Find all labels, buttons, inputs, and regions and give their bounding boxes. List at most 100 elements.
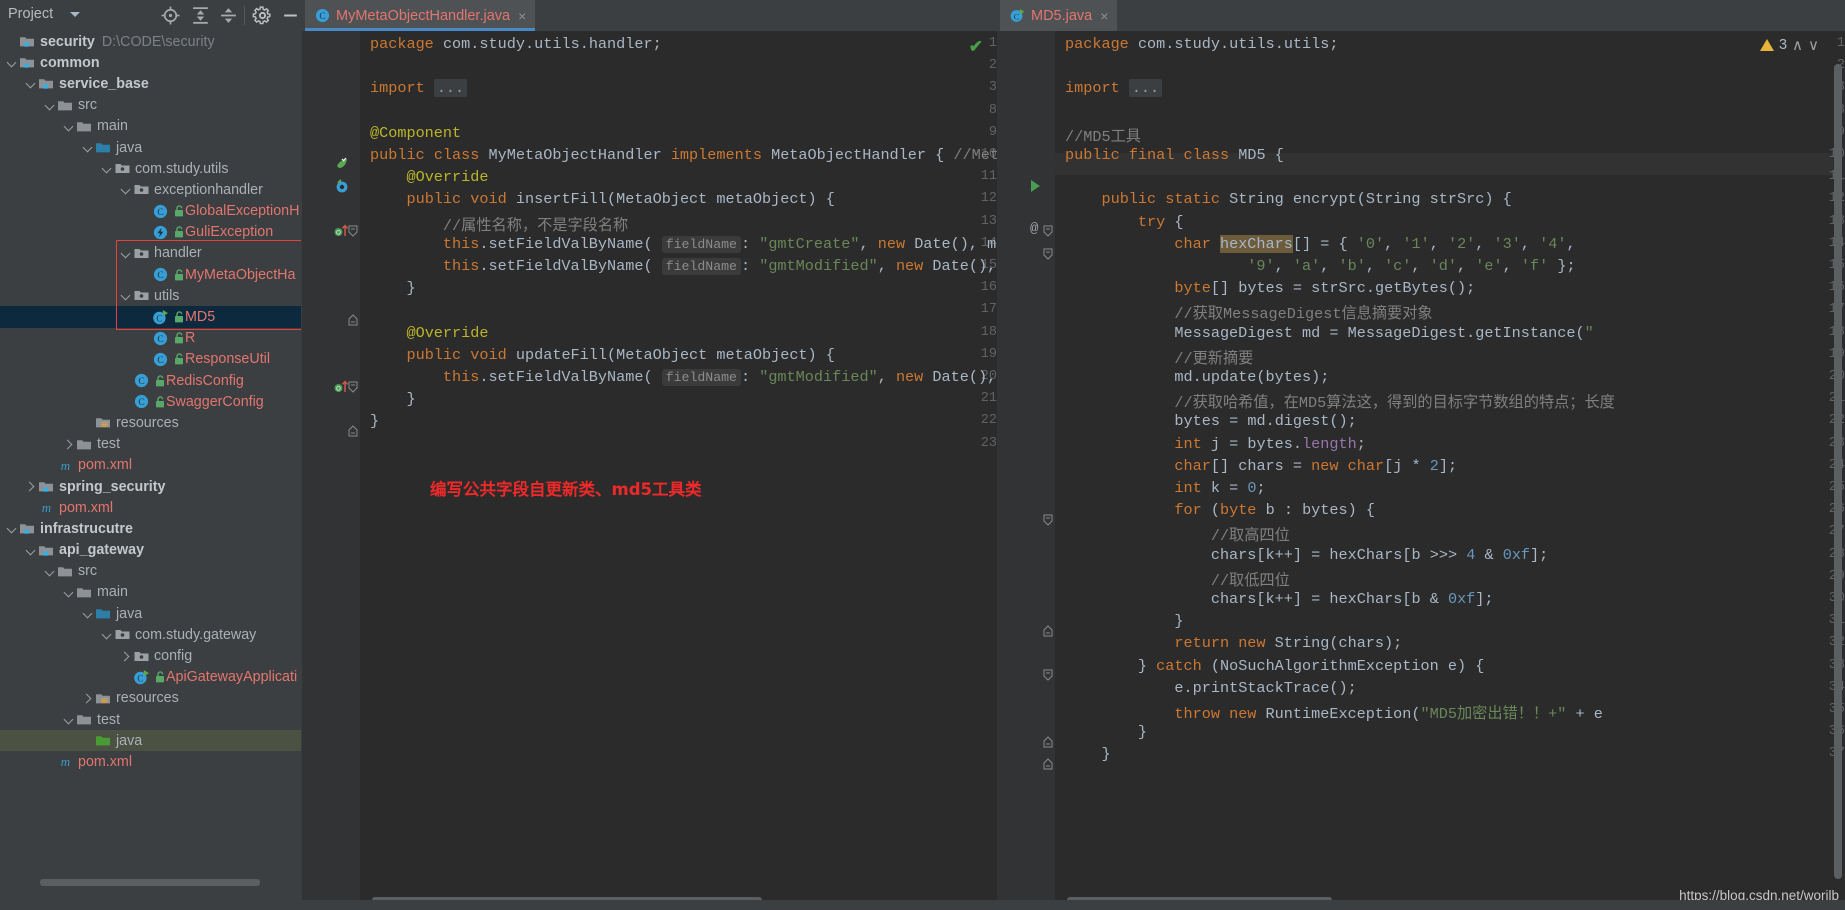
tree-node-r[interactable]: CR [0,328,301,349]
chevron-down-icon[interactable] [82,137,95,158]
tree-node-pom-xml[interactable]: m pom.xml [0,455,301,476]
code-line[interactable]: try { [1065,213,1184,231]
code-line[interactable]: md.update(bytes); [1065,368,1329,386]
tree-node-src[interactable]: src [0,561,301,582]
chevron-down-icon[interactable] [120,285,133,306]
close-icon[interactable]: × [1100,9,1108,23]
fold-gutter-right[interactable] [1041,31,1055,910]
code-line[interactable]: //获取哈希值，在MD5算法这，得到的目标字节数组的特点；长度 [1065,390,1614,412]
fold-collapse-icon[interactable] [1043,513,1053,526]
tree-node-java[interactable]: java [0,137,301,158]
tree-node-common[interactable]: common [0,52,301,73]
editor-md5[interactable]: 1238910111213141516171819202122232425262… [997,31,1845,910]
tree-node-resources[interactable]: resources [0,688,301,709]
project-tool-window[interactable]: security D:\CODE\security common service_ba… [0,31,301,910]
code-line[interactable]: MessageDigest md = MessageDigest.getInst… [1065,324,1593,342]
tool-window-title[interactable]: Project [8,6,53,22]
chevron-down-icon[interactable] [44,95,57,116]
chevron-down-icon[interactable] [120,179,133,200]
chevron-down-icon[interactable] [101,624,114,645]
fold-collapse-icon[interactable] [1043,247,1053,260]
code-content-left[interactable]: package com.study.utils.handler; import .… [360,31,997,910]
code-line[interactable]: public static String encrypt(String strS… [1065,190,1511,208]
tree-node-java[interactable]: java [0,730,301,752]
chevron-right-icon[interactable] [63,434,76,455]
inspection-ok-icon[interactable]: ✔ [969,37,983,57]
code-line[interactable]: //更新摘要 [1065,346,1253,368]
code-line[interactable]: public class MyMetaObjectHandler impleme… [370,146,997,164]
chevron-right-icon[interactable] [25,476,38,497]
inspection-warning-bar[interactable]: 3 ∧ ∨ [1759,36,1819,54]
code-line[interactable]: } [370,390,415,408]
fold-collapse-end-icon[interactable] [1043,735,1053,748]
code-line[interactable]: //MD5工具 [1065,124,1141,146]
tree-node-java[interactable]: java [0,603,301,624]
tree-node-main[interactable]: main [0,116,301,137]
chevron-right-icon[interactable] [82,688,95,709]
settings-gear-icon[interactable] [252,5,273,26]
tree-node-main[interactable]: main [0,582,301,603]
code-line[interactable]: package com.study.utils.handler; [370,35,662,53]
fold-collapse-end-icon[interactable] [348,424,358,437]
code-line[interactable]: } [1065,723,1147,741]
code-line[interactable]: //属性名称，不是字段名称 [370,213,628,235]
code-line[interactable]: public void insertFill(MetaObject metaOb… [370,190,834,208]
code-line[interactable]: char hexChars[] = { '0', '1', '2', '3', … [1065,234,1576,253]
code-line[interactable]: package com.study.utils.utils; [1065,35,1339,53]
code-line[interactable]: //获取MessageDigest信息摘要对象 [1065,301,1432,323]
chevron-down-icon[interactable] [63,709,76,730]
tree-node-spring-security[interactable]: spring_security [0,476,301,497]
code-line[interactable]: this.setFieldValByName( fieldName: "gmtM… [370,257,997,275]
code-content-right[interactable]: package com.study.utils.utils; import ...… [1055,31,1845,910]
expand-all-icon[interactable] [190,5,211,26]
fold-collapse-end-icon[interactable] [1043,624,1053,637]
chevron-down-icon[interactable] [101,158,114,179]
chevron-down-icon[interactable] [44,561,57,582]
code-line[interactable]: import ... [370,79,468,98]
code-line[interactable]: e.printStackTrace(); [1065,679,1356,697]
code-line[interactable]: char[] chars = new char[j * 2]; [1065,457,1457,475]
code-line[interactable]: for (byte b : bytes) { [1065,501,1375,519]
tree-node-com-study-gateway[interactable]: com.study.gateway [0,624,301,645]
tree-node-resources[interactable]: resources [0,412,301,433]
code-line[interactable]: } [1065,745,1110,763]
chevron-down-icon[interactable] [63,116,76,137]
tree-node-responseutil[interactable]: C ResponseUtil [0,349,301,370]
fold-collapse-icon[interactable] [348,224,358,238]
code-line[interactable]: @Override [370,168,488,186]
code-line[interactable]: chars[k++] = hexChars[b & 0xf]; [1065,590,1494,608]
chevron-down-icon[interactable] [70,12,80,17]
editor-right-vertical-scrollbar[interactable] [1834,64,1844,909]
implementing-method-gutter-icon[interactable] [335,179,349,193]
fold-collapse-icon[interactable] [1043,668,1053,682]
code-line[interactable]: chars[k++] = hexChars[b >>> 4 & 0xf]; [1065,546,1548,564]
run-class-gutter-icon[interactable] [1031,180,1040,192]
chevron-down-icon[interactable] [82,603,95,624]
code-line[interactable]: int k = 0; [1065,479,1265,497]
code-line[interactable]: return new String(chars); [1065,634,1402,652]
tree-node-com-study-utils[interactable]: com.study.utils [0,158,301,179]
tree-node-apigatewayapplicati[interactable]: C ApiGatewayApplicati [0,667,301,688]
prev-problem-icon[interactable]: ∧ [1792,36,1803,54]
tree-node-handler[interactable]: handler [0,243,301,264]
tree-node-security[interactable]: security D:\CODE\security [0,31,301,52]
tree-node-redisconfig[interactable]: C RedisConfig [0,370,301,391]
next-problem-icon[interactable]: ∨ [1808,36,1819,54]
tab-mymetaobjecthandler[interactable]: C MyMetaObjectHandler.java × [305,0,536,31]
code-line[interactable]: byte[] bytes = strSrc.getBytes(); [1065,279,1475,297]
chevron-down-icon[interactable] [6,518,19,539]
tree-node-config[interactable]: config [0,645,301,666]
tree-node-guliexception[interactable]: GuliException [0,222,301,243]
code-line[interactable]: this.setFieldValByName( fieldName: "gmtM… [370,368,997,386]
code-line[interactable]: '9', 'a', 'b', 'c', 'd', 'e', 'f' }; [1065,257,1575,275]
locate-icon[interactable] [160,5,181,26]
minimize-icon[interactable] [280,5,301,26]
editor-mymetaobjecthandler[interactable]: 1 2 3 8 9 10 11 12 13 14 15 16 17 18 19 20 21 22 23 packag… [302,31,997,910]
fold-collapse-end-icon[interactable] [348,313,358,326]
code-line[interactable]: bytes = md.digest(); [1065,412,1356,430]
code-line[interactable]: this.setFieldValByName( fieldName: "gmtC… [370,235,997,253]
chevron-down-icon[interactable] [63,582,76,603]
chevron-down-icon[interactable] [25,73,38,94]
code-line[interactable]: @Override [370,324,488,342]
fold-collapse-end-icon[interactable] [1043,757,1053,770]
